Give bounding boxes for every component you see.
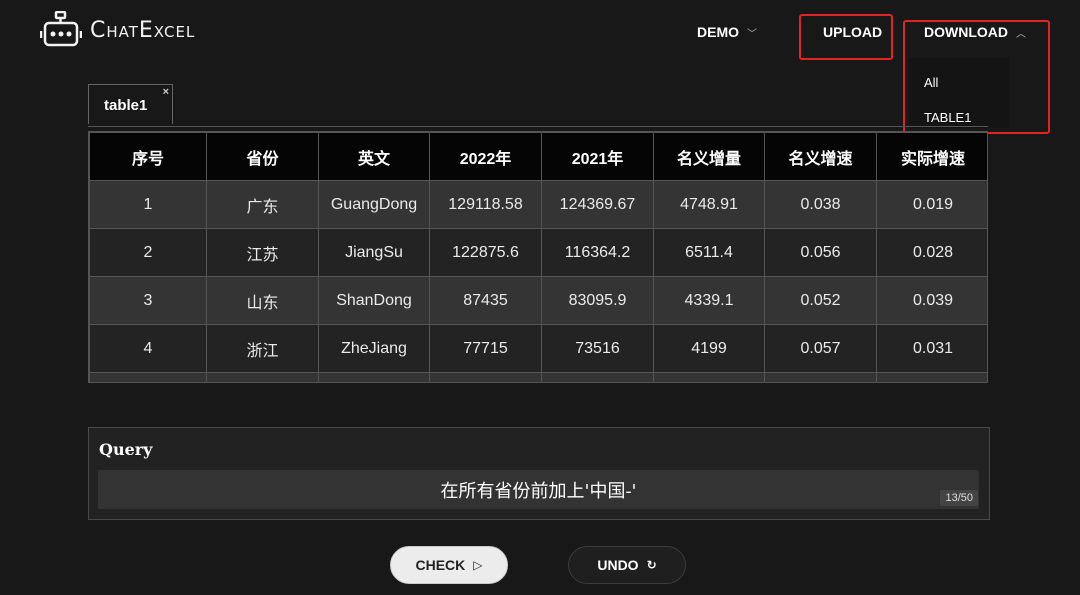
table-cell[interactable]: 广东: [206, 180, 319, 229]
table-cell[interactable]: 2: [89, 228, 207, 277]
undo-label: UNDO: [597, 557, 639, 573]
table-cell[interactable]: 4339.1: [653, 276, 765, 325]
table-cell[interactable]: 3: [89, 276, 207, 325]
app-logo[interactable]: ChatExcel: [40, 10, 195, 50]
table-cell[interactable]: 4: [89, 324, 207, 373]
app-name: ChatExcel: [90, 17, 196, 43]
table-cell[interactable]: 江苏: [206, 228, 319, 277]
column-header[interactable]: 英文: [318, 132, 430, 181]
query-panel: Query 13/50: [88, 427, 990, 520]
table-cell: [653, 372, 765, 382]
nav-demo-label: DEMO: [697, 24, 739, 40]
column-header[interactable]: 名义增速: [764, 132, 877, 181]
table-cell[interactable]: 0.031: [876, 324, 987, 373]
table-cell: [541, 372, 654, 382]
column-header[interactable]: 名义增量: [653, 132, 765, 181]
nav-demo[interactable]: DEMO ﹀: [697, 24, 757, 40]
table-row: 2 江苏 JiangSu 122875.6 116364.2 6511.4 0.…: [89, 228, 987, 277]
table-cell[interactable]: 0.052: [764, 276, 877, 325]
table-row: 3 山东 ShanDong 87435 83095.9 4339.1 0.052…: [89, 276, 987, 325]
table-cell[interactable]: 0.038: [764, 180, 877, 229]
table-cell[interactable]: 122875.6: [429, 228, 542, 277]
check-label: CHECK: [415, 557, 466, 573]
table-cell[interactable]: ShanDong: [318, 276, 430, 325]
table-cell[interactable]: 1: [89, 180, 207, 229]
tab-divider: [88, 126, 988, 127]
undo-icon: ↻: [646, 558, 657, 572]
check-button[interactable]: CHECK ▷: [390, 546, 508, 584]
column-header[interactable]: 省份: [206, 132, 319, 181]
table-cell: [318, 372, 430, 382]
table-cell: [764, 372, 877, 382]
table-cell: [89, 372, 207, 382]
highlight-box-upload: [799, 14, 893, 60]
data-table[interactable]: 序号 省份 英文 2022年 2021年 名义增量 名义增速 实际增速 1 广东…: [88, 131, 988, 383]
close-icon[interactable]: ×: [163, 86, 169, 98]
table-cell: [206, 372, 319, 382]
column-header[interactable]: 序号: [89, 132, 207, 181]
table-cell[interactable]: ZheJiang: [318, 324, 430, 373]
chevron-down-icon: ﹀: [747, 28, 757, 40]
table-cell[interactable]: GuangDong: [318, 180, 430, 229]
table-cell[interactable]: 0.028: [876, 228, 987, 277]
table-cell[interactable]: 0.039: [876, 276, 987, 325]
table-cell[interactable]: 4199: [653, 324, 765, 373]
column-header[interactable]: 2021年: [541, 132, 654, 181]
table-cell[interactable]: 87435: [429, 276, 542, 325]
character-counter: 13/50: [940, 490, 978, 506]
table-header-row: 序号 省份 英文 2022年 2021年 名义增量 名义增速 实际增速: [89, 132, 987, 181]
column-header[interactable]: 实际增速: [876, 132, 987, 181]
table-row: 1 广东 GuangDong 129118.58 124369.67 4748.…: [89, 180, 987, 229]
table-cell[interactable]: 0.057: [764, 324, 877, 373]
undo-button[interactable]: UNDO ↻: [568, 546, 686, 584]
tab-label: table1: [104, 97, 148, 114]
table-cell[interactable]: 0.019: [876, 180, 987, 229]
table-row: 4 浙江 ZheJiang 77715 73516 4199 0.057 0.0…: [89, 324, 987, 373]
tab-table1[interactable]: table1 ×: [88, 84, 173, 124]
column-header[interactable]: 2022年: [429, 132, 542, 181]
table-cell[interactable]: 6511.4: [653, 228, 765, 277]
table-cell[interactable]: 73516: [541, 324, 654, 373]
table-cell[interactable]: 浙江: [206, 324, 319, 373]
table-cell[interactable]: 124369.67: [541, 180, 654, 229]
table-cell[interactable]: 129118.58: [429, 180, 542, 229]
robot-icon: [40, 11, 82, 47]
table-cell[interactable]: 83095.9: [541, 276, 654, 325]
table-row-partial: [89, 372, 987, 382]
table-cell[interactable]: 山东: [206, 276, 319, 325]
table-cell[interactable]: JiangSu: [318, 228, 430, 277]
table-cell: [429, 372, 542, 382]
table-cell[interactable]: 0.056: [764, 228, 877, 277]
query-title: Query: [99, 440, 153, 459]
table-cell[interactable]: 77715: [429, 324, 542, 373]
play-icon: ▷: [473, 558, 483, 572]
query-input[interactable]: [98, 470, 979, 509]
table-cell: [876, 372, 987, 382]
highlight-box-download: [903, 20, 1050, 134]
table-cell[interactable]: 116364.2: [541, 228, 654, 277]
table-cell[interactable]: 4748.91: [653, 180, 765, 229]
